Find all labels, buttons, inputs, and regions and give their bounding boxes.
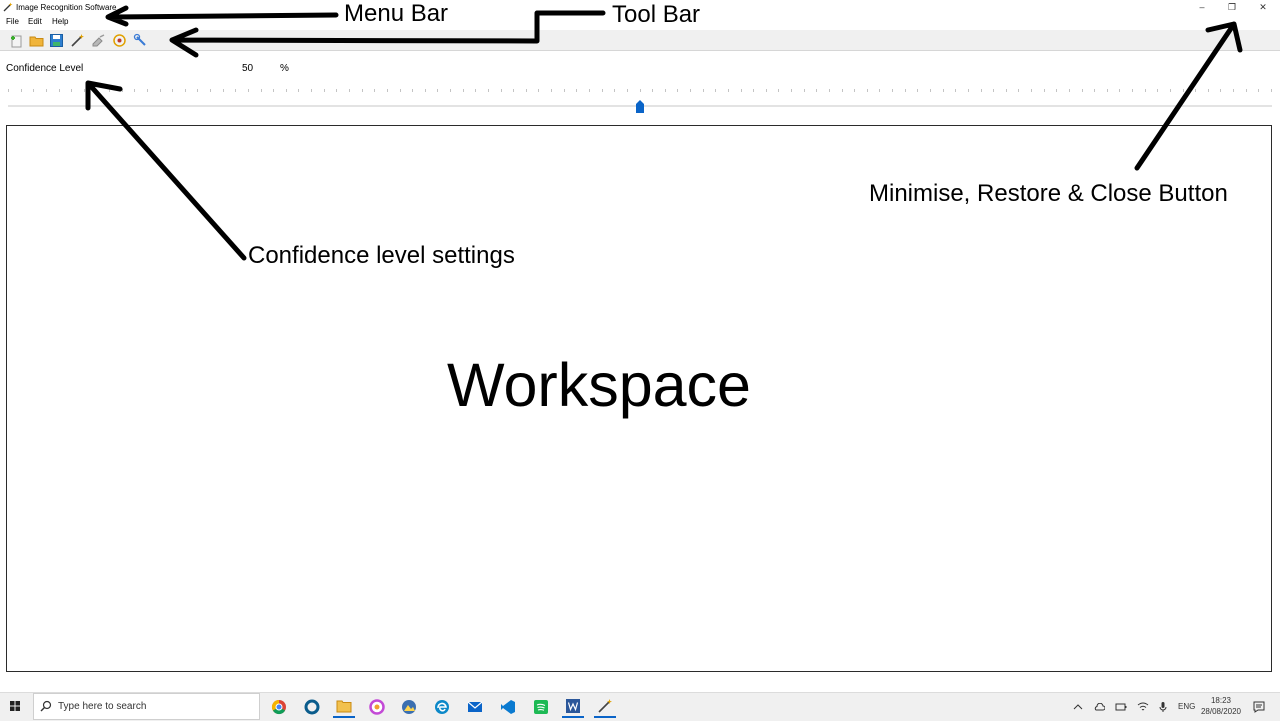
annotation-menu-bar: Menu Bar: [344, 0, 449, 27]
slider-ticks: [8, 89, 1272, 92]
close-button[interactable]: ✕: [1248, 0, 1278, 14]
save-icon[interactable]: [49, 33, 64, 48]
annotation-confidence-settings: Confidence level settings: [248, 242, 515, 269]
clock-date[interactable]: 28/08/2020: [1200, 707, 1242, 717]
magic-wand-icon[interactable]: [70, 33, 85, 48]
menu-help[interactable]: Help: [52, 16, 68, 28]
minimise-button[interactable]: –: [1187, 0, 1217, 14]
edge-icon[interactable]: [431, 696, 453, 718]
app-icon[interactable]: [366, 696, 388, 718]
spotify-icon[interactable]: [530, 696, 552, 718]
microphone-icon[interactable]: [1156, 700, 1170, 714]
annotation-tool-bar: Tool Bar: [612, 1, 701, 28]
language-indicator[interactable]: ENG: [1178, 701, 1195, 713]
tray-chevron-up-icon[interactable]: [1071, 700, 1085, 714]
restore-icon: ❐: [1227, 1, 1237, 12]
cortana-icon[interactable]: [301, 696, 323, 718]
wifi-icon[interactable]: [1136, 700, 1150, 714]
word-icon[interactable]: [562, 696, 584, 718]
notifications-icon[interactable]: [1252, 700, 1266, 714]
confidence-slider-thumb[interactable]: [636, 100, 644, 113]
confidence-unit: %: [280, 63, 289, 74]
magic-wand-icon: [3, 2, 13, 12]
tool-bar: [0, 30, 1280, 51]
window-title: Image Recognition Software: [16, 3, 117, 12]
vscode-icon[interactable]: [497, 696, 519, 718]
onedrive-icon[interactable]: [1092, 700, 1106, 714]
close-icon: ✕: [1259, 1, 1267, 12]
menu-edit[interactable]: Edit: [28, 16, 42, 28]
magic-wand-app-icon[interactable]: [594, 696, 616, 718]
mail-icon[interactable]: [464, 696, 486, 718]
battery-icon[interactable]: [1114, 700, 1128, 714]
windows-start-icon[interactable]: [4, 696, 26, 716]
clock-time[interactable]: 18:23: [1202, 696, 1240, 706]
search-placeholder: Type here to search: [58, 701, 147, 712]
search-icon: [40, 700, 52, 712]
settings-wrench-icon[interactable]: [133, 33, 148, 48]
open-folder-icon[interactable]: [29, 33, 44, 48]
workspace-label: Workspace: [447, 351, 751, 419]
minimise-icon: –: [1199, 2, 1205, 12]
photos-icon[interactable]: [398, 696, 420, 718]
chrome-icon[interactable]: [268, 696, 290, 718]
restore-button[interactable]: ❐: [1217, 0, 1247, 14]
clear-icon[interactable]: [91, 33, 106, 48]
file-explorer-icon[interactable]: [333, 696, 355, 718]
menu-file[interactable]: File: [6, 16, 19, 28]
detect-icon[interactable]: [112, 33, 127, 48]
new-icon[interactable]: [9, 33, 24, 48]
confidence-label: Confidence Level: [6, 63, 84, 74]
confidence-value[interactable]: 50: [242, 62, 253, 75]
annotation-window-buttons: Minimise, Restore & Close Button: [869, 180, 1228, 207]
